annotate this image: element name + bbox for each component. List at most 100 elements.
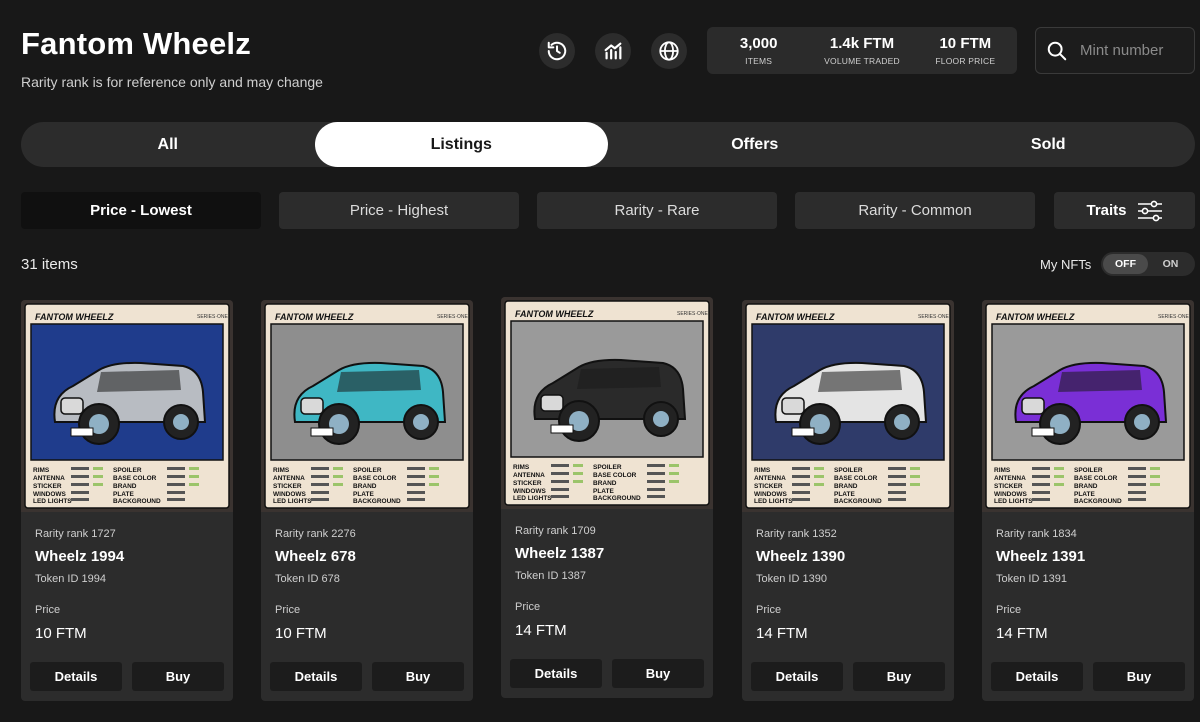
svg-text:BASE COLOR: BASE COLOR <box>353 475 397 482</box>
details-button[interactable]: Details <box>510 659 602 688</box>
details-button[interactable]: Details <box>991 662 1083 691</box>
sort-price-highest[interactable]: Price - Highest <box>279 192 519 229</box>
nft-name[interactable]: Wheelz 1391 <box>996 548 1085 565</box>
details-button[interactable]: Details <box>30 662 122 691</box>
svg-text:SPOILER: SPOILER <box>1074 467 1103 474</box>
nft-image[interactable]: FANTOM WHEELZ SERIES·ONE RIMS ANTENNA STIC… <box>742 300 954 512</box>
svg-text:LED LIGHTS: LED LIGHTS <box>754 498 793 505</box>
sort-rarity-common[interactable]: Rarity - Common <box>795 192 1035 229</box>
svg-text:BACKGROUND: BACKGROUND <box>113 498 161 505</box>
sliders-icon <box>1137 200 1162 221</box>
svg-text:BRAND: BRAND <box>353 483 377 490</box>
tab-listings[interactable]: Listings <box>314 122 608 167</box>
svg-text:SERIES·ONE: SERIES·ONE <box>197 314 229 320</box>
svg-text:LED LIGHTS: LED LIGHTS <box>513 495 552 502</box>
svg-text:BACKGROUND: BACKGROUND <box>353 498 401 505</box>
items-count: 31 items <box>21 256 78 273</box>
search-box[interactable] <box>1035 27 1195 74</box>
svg-text:ANTENNA: ANTENNA <box>513 472 545 479</box>
nft-name[interactable]: Wheelz 1994 <box>35 548 124 565</box>
svg-text:STICKER: STICKER <box>994 483 1023 490</box>
svg-text:SERIES·ONE: SERIES·ONE <box>918 314 950 320</box>
rarity-rank: Rarity rank 1709 <box>515 525 596 537</box>
svg-text:PLATE: PLATE <box>1074 491 1095 498</box>
sort-bar: Price - Lowest Price - Highest Rarity - … <box>21 192 1195 229</box>
buy-button[interactable]: Buy <box>853 662 945 691</box>
price-label: Price <box>515 601 541 613</box>
rarity-rank: Rarity rank 1834 <box>996 528 1077 540</box>
token-id: Token ID 678 <box>275 573 340 585</box>
price-value: 14 FTM <box>996 625 1048 642</box>
my-nfts-toggle[interactable]: OFF ON <box>1101 252 1195 276</box>
nft-card[interactable]: FANTOM WHEELZ SERIES·ONE RIMS ANTENNA STIC… <box>261 300 473 701</box>
rarity-rank: Rarity rank 1352 <box>756 528 837 540</box>
details-button[interactable]: Details <box>270 662 362 691</box>
nft-name[interactable]: Wheelz 678 <box>275 548 356 565</box>
svg-text:FANTOM WHEELZ: FANTOM WHEELZ <box>756 312 835 322</box>
nft-card[interactable]: FANTOM WHEELZ SERIES·ONE RIMS ANTENNA STIC… <box>21 300 233 701</box>
history-icon[interactable] <box>539 33 575 69</box>
svg-text:STICKER: STICKER <box>33 483 62 490</box>
svg-text:LED LIGHTS: LED LIGHTS <box>273 498 312 505</box>
stat-volume-traded: 1.4k FTM VOLUME TRADED <box>810 27 913 74</box>
mint-number-search-input[interactable] <box>1080 42 1180 59</box>
nft-card[interactable]: FANTOM WHEELZ SERIES·ONE RIMS ANTENNA STIC… <box>501 297 713 698</box>
svg-text:STICKER: STICKER <box>513 480 542 487</box>
svg-text:LED LIGHTS: LED LIGHTS <box>994 498 1033 505</box>
svg-text:ANTENNA: ANTENNA <box>754 475 786 482</box>
svg-text:BASE COLOR: BASE COLOR <box>834 475 878 482</box>
tab-sold[interactable]: Sold <box>902 122 1196 167</box>
nft-image[interactable]: FANTOM WHEELZ SERIES·ONE RIMS ANTENNA STIC… <box>261 300 473 512</box>
stat-label: FLOOR PRICE <box>935 56 996 66</box>
buy-button[interactable]: Buy <box>372 662 464 691</box>
svg-text:SERIES·ONE: SERIES·ONE <box>1158 314 1190 320</box>
buy-button[interactable]: Buy <box>132 662 224 691</box>
tab-offers[interactable]: Offers <box>608 122 902 167</box>
traits-filter-button[interactable]: Traits <box>1054 192 1195 229</box>
price-value: 14 FTM <box>756 625 808 642</box>
svg-text:BACKGROUND: BACKGROUND <box>1074 498 1122 505</box>
svg-text:WINDOWS: WINDOWS <box>754 491 788 498</box>
svg-text:PLATE: PLATE <box>353 491 374 498</box>
nft-name[interactable]: Wheelz 1390 <box>756 548 845 565</box>
nft-card[interactable]: FANTOM WHEELZ SERIES·ONE RIMS ANTENNA STIC… <box>742 300 954 701</box>
stat-label: ITEMS <box>745 56 773 66</box>
tab-all[interactable]: All <box>21 122 315 167</box>
svg-text:FANTOM WHEELZ: FANTOM WHEELZ <box>275 312 354 322</box>
price-label: Price <box>35 604 61 616</box>
price-label: Price <box>756 604 782 616</box>
toggle-off[interactable]: OFF <box>1103 254 1148 274</box>
sort-rarity-rare[interactable]: Rarity - Rare <box>537 192 777 229</box>
svg-text:BASE COLOR: BASE COLOR <box>593 472 637 479</box>
nft-image[interactable]: FANTOM WHEELZ SERIES·ONE RIMS ANTENNA STIC… <box>501 297 713 509</box>
token-id: Token ID 1994 <box>35 573 106 585</box>
globe-icon[interactable] <box>651 33 687 69</box>
svg-text:FANTOM WHEELZ: FANTOM WHEELZ <box>996 312 1075 322</box>
nft-card[interactable]: FANTOM WHEELZ SERIES·ONE RIMS ANTENNA STIC… <box>982 300 1194 701</box>
buy-button[interactable]: Buy <box>1093 662 1185 691</box>
nft-name[interactable]: Wheelz 1387 <box>515 545 604 562</box>
buy-button[interactable]: Buy <box>612 659 704 688</box>
nft-image[interactable]: FANTOM WHEELZ SERIES·ONE RIMS ANTENNA STIC… <box>982 300 1194 512</box>
svg-text:SPOILER: SPOILER <box>593 464 622 471</box>
svg-text:ANTENNA: ANTENNA <box>273 475 305 482</box>
svg-text:RIMS: RIMS <box>33 467 50 474</box>
svg-text:SPOILER: SPOILER <box>113 467 142 474</box>
svg-text:SERIES·ONE: SERIES·ONE <box>437 314 469 320</box>
svg-text:BACKGROUND: BACKGROUND <box>593 495 641 502</box>
activity-chart-icon[interactable] <box>595 33 631 69</box>
price-label: Price <box>275 604 301 616</box>
svg-text:LED LIGHTS: LED LIGHTS <box>33 498 72 505</box>
toggle-on[interactable]: ON <box>1148 254 1193 274</box>
page-subtitle: Rarity rank is for reference only and ma… <box>21 74 323 90</box>
my-nfts-label: My NFTs <box>1040 257 1092 272</box>
svg-text:BASE COLOR: BASE COLOR <box>1074 475 1118 482</box>
sort-price-lowest[interactable]: Price - Lowest <box>21 192 261 229</box>
search-icon <box>1047 41 1067 60</box>
svg-text:BRAND: BRAND <box>1074 483 1098 490</box>
svg-text:ANTENNA: ANTENNA <box>994 475 1026 482</box>
details-button[interactable]: Details <box>751 662 843 691</box>
nft-image[interactable]: FANTOM WHEELZ SERIES·ONE RIMS ANTENNA STIC… <box>21 300 233 512</box>
price-value: 14 FTM <box>515 622 567 639</box>
svg-text:FANTOM WHEELZ: FANTOM WHEELZ <box>35 312 114 322</box>
